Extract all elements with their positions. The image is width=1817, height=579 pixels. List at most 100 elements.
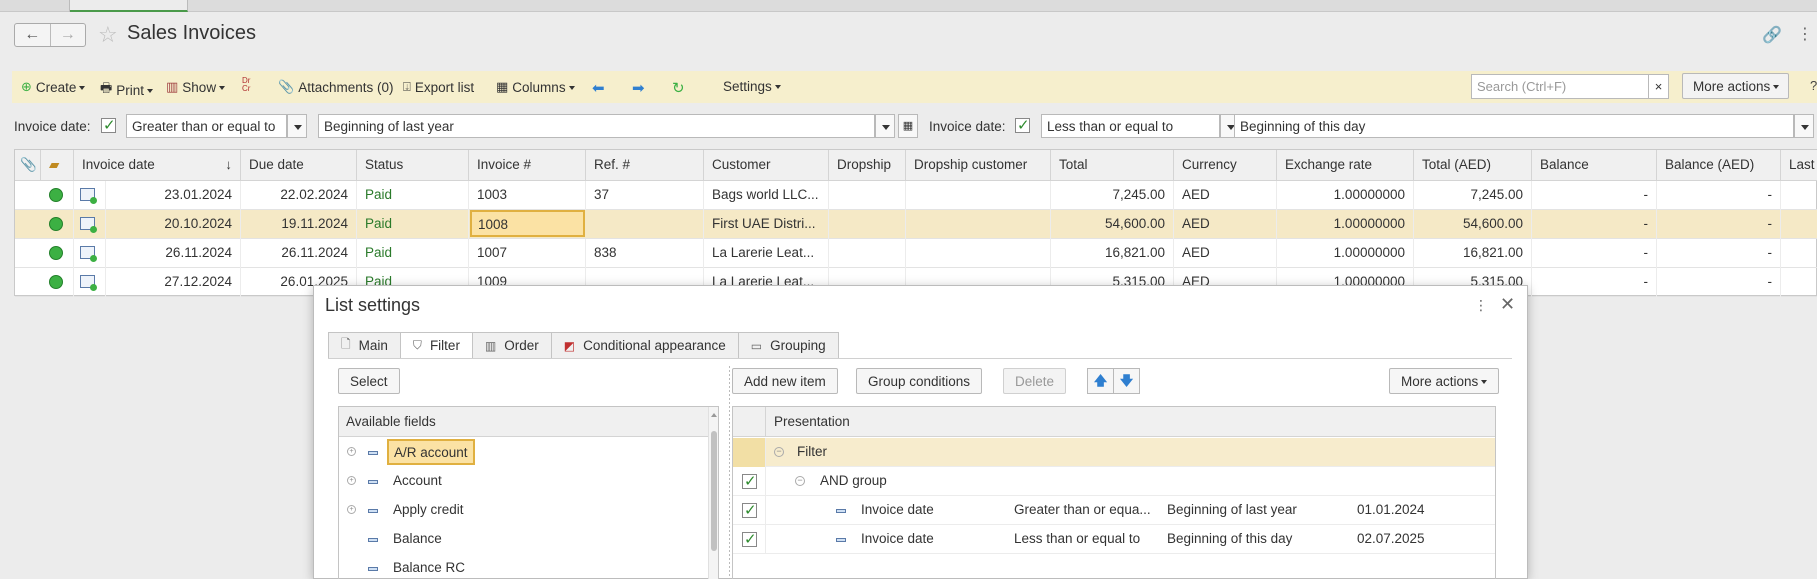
attachments-button[interactable]: 📎 Attachments (0) xyxy=(278,79,393,95)
col-header-invoice-date[interactable]: Invoice date ↓ xyxy=(74,150,241,181)
document-icon xyxy=(74,268,106,297)
group-conditions-button[interactable]: Group conditions xyxy=(856,368,983,394)
col-header-customer[interactable]: Customer xyxy=(704,150,829,181)
delete-button[interactable]: Delete xyxy=(1003,368,1067,394)
document-icon xyxy=(74,181,106,210)
and-group-checkbox[interactable] xyxy=(742,472,757,490)
add-new-item-button[interactable]: Add new item xyxy=(732,368,838,394)
cell-customer: La Larerie Leat... xyxy=(704,239,829,268)
col-header-currency[interactable]: Currency xyxy=(1174,150,1277,181)
create-button[interactable]: ⊕ Create xyxy=(21,79,85,95)
kebab-menu-icon[interactable]: ⋮ xyxy=(1797,24,1813,44)
table-row-selected[interactable]: 20.10.2024 19.11.2024 Paid 1008 First UA… xyxy=(15,210,1817,239)
scroll-up-icon[interactable] xyxy=(711,413,717,417)
condition-checkbox[interactable] xyxy=(742,530,757,548)
col-header-last[interactable]: Last xyxy=(1781,150,1817,181)
filter-2-condition[interactable]: Less than or equal to xyxy=(1041,114,1220,138)
filter-1-condition[interactable]: Greater than or equal to xyxy=(126,114,287,138)
filter-root-row[interactable]: − Filter xyxy=(733,438,1495,467)
dialog-kebab-icon[interactable]: ⋮ xyxy=(1474,297,1488,314)
list-item[interactable]: Balance RC xyxy=(339,554,709,579)
col-header-due-date[interactable]: Due date xyxy=(241,150,357,181)
col-header-dropship[interactable]: Dropship xyxy=(829,150,906,181)
arrow-right-icon[interactable]: ➡ xyxy=(632,79,645,97)
filter-1-value[interactable]: Beginning of last year xyxy=(318,114,875,138)
col-header-balance-aed[interactable]: Balance (AED) xyxy=(1657,150,1781,181)
filter-2-value-dropdown[interactable] xyxy=(1794,114,1814,138)
col-header-status[interactable]: Status xyxy=(357,150,469,181)
row-marker xyxy=(733,496,766,525)
filter-1-value-dropdown[interactable] xyxy=(875,114,895,138)
columns-button[interactable]: ▦ Columns xyxy=(496,79,575,95)
cell-currency: AED xyxy=(1174,210,1277,239)
list-item[interactable]: + A/R account xyxy=(339,438,709,467)
col-header-invoice-no[interactable]: Invoice # xyxy=(469,150,586,181)
condition-row[interactable]: Invoice date Greater than or equa... Beg… xyxy=(733,496,1495,525)
table-row[interactable]: 23.01.2024 22.02.2024 Paid 1003 37 Bags … xyxy=(15,181,1817,210)
link-icon[interactable]: 🔗 xyxy=(1762,25,1782,45)
tab-main[interactable]: 🗋 Main xyxy=(328,332,400,359)
back-arrow-icon[interactable]: ← xyxy=(15,24,50,46)
select-button[interactable]: Select xyxy=(338,368,400,394)
cell-total: 16,821.00 xyxy=(1051,239,1174,268)
cell-dropship-customer xyxy=(906,210,1051,239)
dialog-more-actions-button[interactable]: More actions xyxy=(1389,368,1500,394)
tab-grouping[interactable]: ▭ Grouping xyxy=(737,332,839,359)
filter-1-checkbox[interactable] xyxy=(101,116,116,134)
move-down-icon[interactable]: 🡇 xyxy=(1113,368,1140,394)
help-icon[interactable]: ? xyxy=(1810,78,1817,93)
scrollbar[interactable] xyxy=(708,407,718,579)
export-list-button[interactable]: ⍗ Export list xyxy=(403,79,474,95)
window-tab-active[interactable] xyxy=(70,0,188,12)
search-clear-button[interactable]: × xyxy=(1649,74,1669,99)
print-button[interactable]: 🖶 Print xyxy=(100,79,153,101)
condition-checkbox[interactable] xyxy=(742,501,757,519)
col-header-dropship-customer[interactable]: Dropship customer xyxy=(906,150,1051,181)
list-item[interactable]: + Apply credit xyxy=(339,496,709,525)
close-icon[interactable]: ✕ xyxy=(1500,294,1515,315)
expand-icon[interactable]: + xyxy=(347,476,356,485)
drcr-button[interactable]: Dr Cr xyxy=(242,77,258,93)
search-input[interactable]: Search (Ctrl+F) xyxy=(1471,74,1649,99)
col-header-total[interactable]: Total xyxy=(1051,150,1174,181)
settings-button[interactable]: Settings xyxy=(723,79,781,94)
list-item[interactable]: Balance xyxy=(339,525,709,554)
favorite-star-icon[interactable]: ☆ xyxy=(98,22,118,48)
tab-filter[interactable]: ⛉ Filter xyxy=(399,332,472,359)
col-header-ref-no[interactable]: Ref. # xyxy=(586,150,704,181)
filter-2-value[interactable]: Beginning of this day xyxy=(1234,114,1794,138)
expand-icon[interactable]: + xyxy=(347,447,356,456)
scrollbar-thumb[interactable] xyxy=(711,431,717,551)
forward-arrow-icon[interactable]: → xyxy=(49,24,86,46)
panel-splitter[interactable] xyxy=(729,366,730,579)
row-marker xyxy=(733,438,766,467)
cell-dropship xyxy=(829,210,906,239)
col-header-balance[interactable]: Balance xyxy=(1532,150,1657,181)
cell-invoice-no-focused[interactable]: 1008 xyxy=(470,210,585,237)
refresh-icon[interactable]: ↻ xyxy=(672,79,685,97)
window-tab[interactable] xyxy=(14,0,70,12)
condition-row[interactable]: Invoice date Less than or equal to Begin… xyxy=(733,525,1495,554)
col-header-exchange-rate[interactable]: Exchange rate xyxy=(1277,150,1414,181)
show-button[interactable]: ▥ Show xyxy=(166,79,225,95)
table-row[interactable]: 26.11.2024 26.11.2024 Paid 1007 838 La L… xyxy=(15,239,1817,268)
filter-2-checkbox[interactable] xyxy=(1015,116,1030,134)
list-item[interactable]: + Account xyxy=(339,467,709,496)
collapse-icon[interactable]: − xyxy=(795,476,805,486)
cell-dropship xyxy=(829,239,906,268)
cell-due-date: 19.11.2024 xyxy=(241,210,357,239)
and-group-row[interactable]: − AND group xyxy=(733,467,1495,496)
tab-conditional-appearance[interactable]: ◩ Conditional appearance xyxy=(550,332,738,359)
col-header-total-aed[interactable]: Total (AED) xyxy=(1414,150,1532,181)
more-actions-button[interactable]: More actions xyxy=(1682,73,1789,99)
move-up-icon[interactable]: 🡅 xyxy=(1087,368,1114,394)
document-icon xyxy=(74,239,106,268)
collapse-icon[interactable]: − xyxy=(774,447,784,457)
tab-order[interactable]: ▥ Order xyxy=(471,332,551,359)
expand-icon[interactable]: + xyxy=(347,505,356,514)
checkbox-column-header xyxy=(733,407,766,437)
calendar-icon[interactable]: ▦ xyxy=(898,114,918,138)
cell-total-aed: 7,245.00 xyxy=(1414,181,1532,210)
filter-1-condition-dropdown[interactable] xyxy=(287,114,307,138)
arrow-left-icon[interactable]: ⬅ xyxy=(592,79,605,97)
